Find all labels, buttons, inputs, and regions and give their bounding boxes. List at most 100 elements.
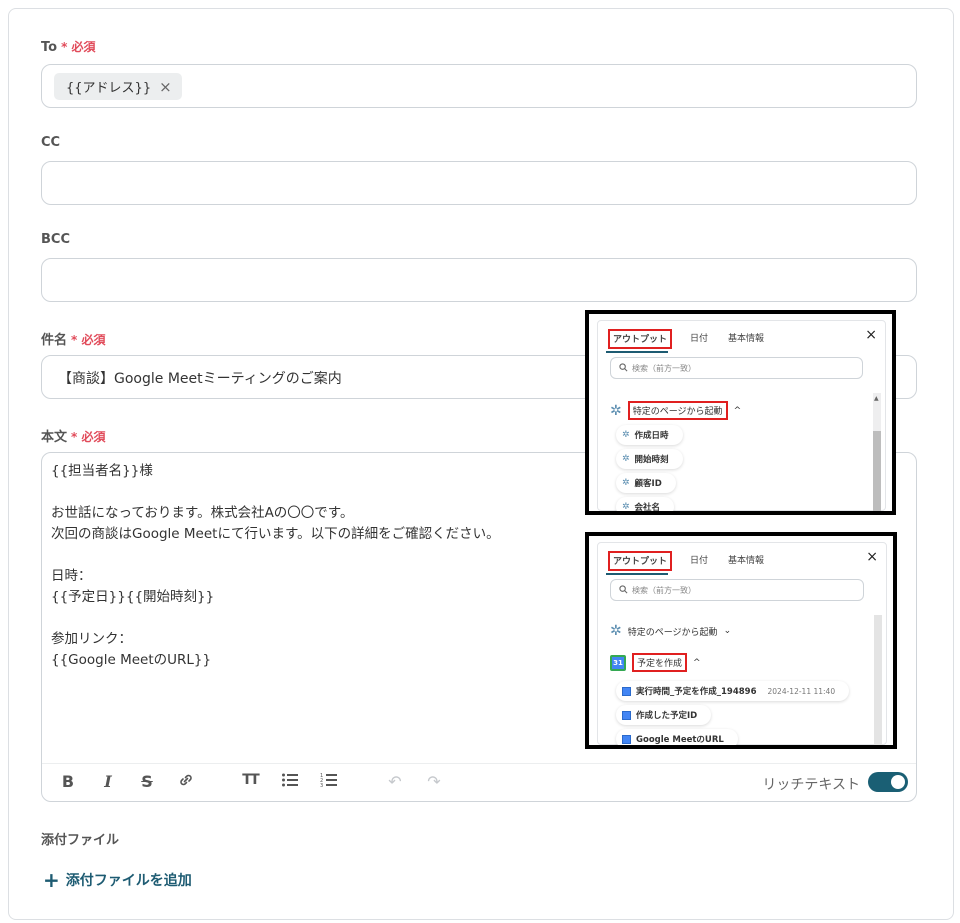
bcc-field[interactable] (41, 258, 917, 302)
required-mark: * 必須 (71, 430, 106, 444)
undo-icon[interactable]: ↶ (385, 772, 405, 791)
tab-underline (606, 351, 668, 353)
group-trigger[interactable]: ✲ 特定のページから起動 ^ (610, 401, 741, 420)
to-label-text: To (41, 40, 58, 55)
panel-tabs: アウトプット 日付 基本情報 (608, 329, 766, 349)
panel-tabs: アウトプット 日付 基本情報 (608, 551, 766, 571)
output-item[interactable]: ✲ 顧客ID (616, 473, 676, 493)
search-placeholder: 検索（前方一致） (632, 363, 696, 373)
body-text[interactable]: {{担当者名}}様 お世話になっております。株式会社Aの〇〇です。 次回の商談は… (51, 461, 591, 671)
required-text: 必須 (71, 40, 96, 54)
output-panel-1: アウトプット 日付 基本情報 × 検索（前方一致） ✲ 特定のページから起動 ^… (585, 310, 896, 515)
output-item-timestamp: 2024-12-11 11:40 (767, 686, 836, 696)
bullet-list-icon[interactable] (280, 772, 300, 792)
plus-icon: + (43, 868, 60, 892)
output-item[interactable]: 作成した予定ID (616, 705, 712, 725)
group-trigger[interactable]: ✲ 特定のページから起動 ⌄ (610, 623, 731, 639)
scrollbar-thumb[interactable] (873, 431, 881, 511)
group-create-event[interactable]: 31 予定を作成 ^ (610, 653, 701, 672)
body-line: {{担当者名}}様 (51, 463, 153, 479)
group-label: 特定のページから起動 (627, 627, 718, 638)
body-line: {{Google MeetのURL}} (51, 652, 212, 668)
group-label: 予定を作成 (632, 653, 688, 672)
attachment-label: 添付ファイル (41, 829, 119, 848)
output-item[interactable]: ✲ 開始時刻 (616, 449, 683, 469)
body-line: 参加リンク： (51, 631, 132, 647)
puzzle-icon: ✲ (610, 623, 622, 639)
output-item[interactable]: 実行時間_予定を作成_194896 2024-12-11 11:40 (616, 681, 850, 701)
panel-search-input[interactable]: 検索（前方一致） (610, 579, 864, 601)
google-calendar-icon: 31 (610, 654, 626, 671)
panel-search-input[interactable]: 検索（前方一致） (610, 357, 863, 379)
required-text: 必須 (81, 430, 106, 444)
attachment-label-text: 添付ファイル (41, 833, 120, 848)
to-label: To * 必須 (41, 38, 96, 55)
to-field[interactable]: {{アドレス}} × (41, 64, 917, 108)
body-line: 次回の商談はGoogle Meetにて行います。以下の詳細をご確認ください。 (51, 526, 500, 542)
output-item[interactable]: Google MeetのURL (616, 729, 738, 745)
scrollbar[interactable]: ▲ (874, 615, 882, 745)
output-item-label: 作成した予定ID (636, 711, 698, 721)
add-attachment-button[interactable]: + 添付ファイルを追加 (43, 868, 192, 892)
required-mark: * 必須 (71, 333, 106, 347)
body-label-text: 本文 (41, 430, 68, 445)
tab-basic-info[interactable]: 基本情報 (726, 551, 766, 571)
group-label: 特定のページから起動 (627, 401, 728, 420)
strikethrough-icon[interactable]: S (137, 772, 157, 791)
bcc-label: BCC (41, 232, 70, 247)
text-size-icon[interactable]: TT (240, 772, 260, 788)
output-item[interactable]: ✲ 会社名 (616, 497, 675, 513)
puzzle-icon: ✲ (622, 478, 630, 488)
search-placeholder: 検索（前方一致） (632, 585, 696, 595)
body-line (51, 608, 591, 629)
output-panel-2: アウトプット 日付 基本情報 × 検索（前方一致） ✲ 特定のページから起動 ⌄… (585, 532, 897, 749)
redo-icon[interactable]: ↷ (424, 772, 444, 791)
required-text: 必須 (81, 333, 106, 347)
tab-output[interactable]: アウトプット (608, 329, 673, 349)
panel-body: アウトプット 日付 基本情報 × 検索（前方一致） ✲ 特定のページから起動 ^… (597, 320, 886, 511)
tab-basic-info[interactable]: 基本情報 (726, 329, 766, 349)
scrollbar[interactable]: ▲ (873, 393, 881, 511)
rich-text-toggle[interactable] (868, 772, 908, 792)
panel-body: アウトプット 日付 基本情報 × 検索（前方一致） ✲ 特定のページから起動 ⌄… (597, 542, 887, 745)
cc-field[interactable] (41, 161, 917, 205)
output-item-label: 実行時間_予定を作成_194896 (636, 687, 757, 697)
close-icon[interactable]: × (865, 327, 877, 343)
tab-output[interactable]: アウトプット (608, 551, 673, 571)
google-calendar-icon (622, 686, 631, 696)
search-icon (619, 584, 628, 596)
tab-date[interactable]: 日付 (688, 551, 710, 571)
bold-icon[interactable]: B (58, 772, 78, 791)
chip-remove-icon[interactable]: × (159, 78, 172, 96)
rich-text-label: リッチテキスト (762, 777, 860, 793)
tab-underline (606, 573, 668, 575)
close-icon[interactable]: × (866, 549, 878, 565)
body-line: お世話になっております。株式会社Aの〇〇です。 (51, 505, 354, 521)
address-chip-label: {{アドレス}} (66, 81, 152, 96)
puzzle-icon: ✲ (622, 454, 630, 464)
address-chip: {{アドレス}} × (54, 73, 182, 100)
cc-label-text: CC (41, 135, 61, 150)
output-item-label: 作成日時 (634, 431, 669, 441)
output-item[interactable]: ✲ 作成日時 (616, 425, 683, 445)
puzzle-icon: ✲ (610, 402, 622, 419)
output-item-label: 会社名 (634, 503, 661, 513)
scroll-up-icon[interactable]: ▲ (874, 395, 879, 402)
link-icon[interactable] (176, 772, 196, 792)
scrollbar-thumb[interactable] (874, 615, 882, 745)
numbered-list-icon[interactable]: 123 (319, 772, 339, 792)
tab-date[interactable]: 日付 (688, 329, 710, 349)
body-line: 日時： (51, 568, 92, 584)
subject-label: 件名 * 必須 (41, 329, 105, 348)
google-calendar-icon (622, 734, 631, 744)
cc-label: CC (41, 135, 60, 150)
chevron-down-icon: ⌄ (723, 626, 732, 636)
chevron-up-icon: ^ (733, 405, 742, 416)
editor-toolbar: B I S TT 123 ↶ ↷ リッチテキスト (42, 763, 916, 801)
body-line (51, 545, 591, 566)
body-line (51, 482, 591, 503)
svg-text:3: 3 (320, 783, 323, 788)
body-line: {{予定日}}{{開始時刻}} (51, 589, 215, 605)
subject-label-text: 件名 (41, 333, 68, 348)
italic-icon[interactable]: I (98, 772, 118, 791)
